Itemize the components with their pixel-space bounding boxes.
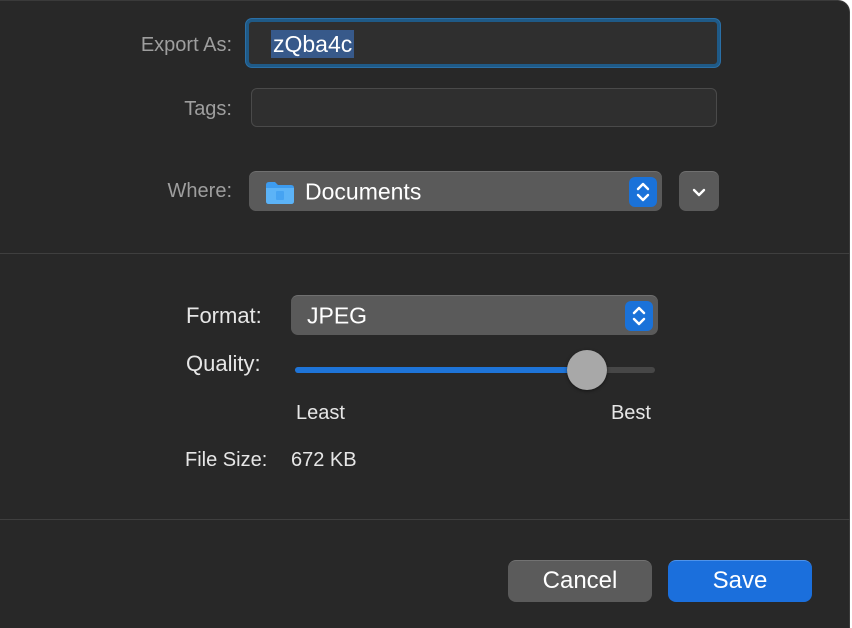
quality-min-label: Least bbox=[296, 402, 345, 424]
quality-slider-knob[interactable] bbox=[566, 350, 607, 390]
file-size-label: File Size: bbox=[185, 449, 268, 471]
where-label: Where: bbox=[167, 180, 232, 202]
export-as-label: Export As: bbox=[140, 34, 232, 56]
export-filename-field[interactable]: zQba4c bbox=[246, 19, 720, 67]
where-popup[interactable]: Documents bbox=[249, 171, 662, 211]
quality-max-label: Best bbox=[610, 402, 651, 424]
folder-icon bbox=[264, 179, 296, 205]
where-stepper-icon bbox=[629, 176, 657, 207]
format-popup[interactable]: JPEG bbox=[291, 295, 658, 335]
tags-field[interactable] bbox=[251, 88, 717, 127]
separator-bottom bbox=[0, 519, 850, 520]
tags-label: Tags: bbox=[184, 98, 232, 120]
export-dialog: Export As: zQba4c Tags: Where: Documents bbox=[0, 0, 850, 628]
where-folder-name: Documents bbox=[305, 178, 422, 204]
separator-top bbox=[0, 253, 850, 254]
save-button[interactable]: Save bbox=[668, 560, 812, 602]
filename-selected-text: zQba4c bbox=[271, 30, 355, 58]
quality-slider[interactable] bbox=[295, 350, 655, 390]
format-value: JPEG bbox=[307, 302, 368, 328]
expand-button[interactable] bbox=[679, 171, 719, 211]
quality-label: Quality: bbox=[186, 351, 261, 376]
cancel-button[interactable]: Cancel bbox=[508, 560, 652, 602]
format-label: Format: bbox=[186, 303, 262, 328]
chevron-down-icon bbox=[689, 182, 709, 207]
format-stepper-icon bbox=[625, 300, 653, 331]
file-size-value: 672 KB bbox=[291, 449, 357, 471]
quality-slider-fill bbox=[295, 367, 587, 373]
